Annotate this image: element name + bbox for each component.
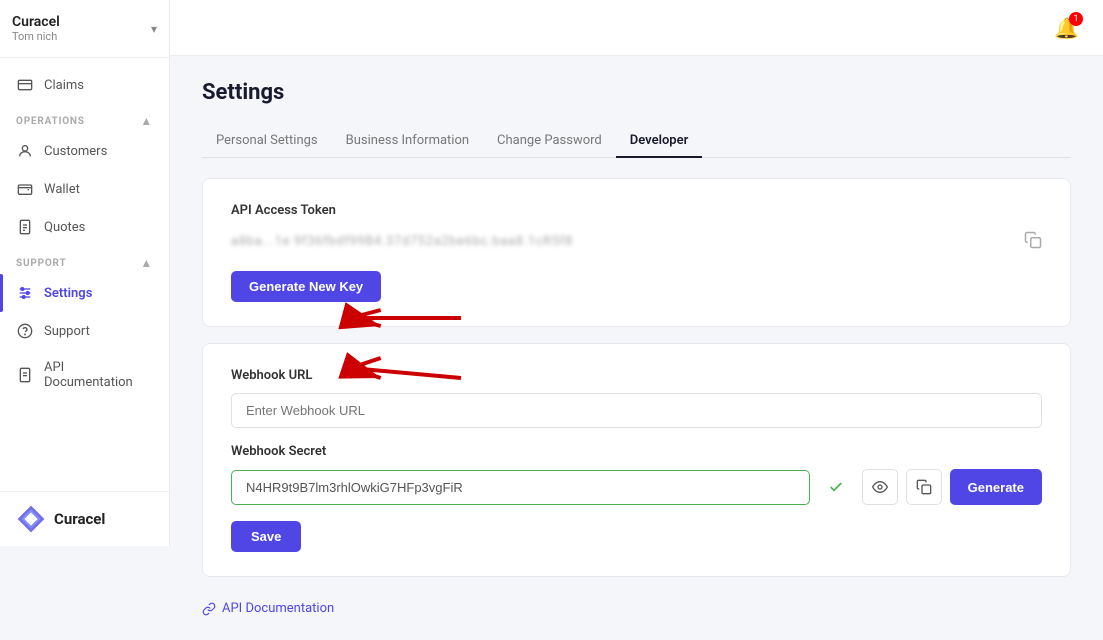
section-support-label: SUPPORT xyxy=(16,258,66,269)
tab-personal[interactable]: Personal Settings xyxy=(202,125,332,158)
sidebar-item-support-label: Support xyxy=(44,324,90,339)
webhook-url-label: Webhook URL xyxy=(231,368,1042,383)
copy-secret-icon[interactable] xyxy=(906,469,942,505)
main-wrapper: 🔔 1 Settings Personal Settings Business … xyxy=(170,0,1103,546)
person-icon xyxy=(16,142,34,160)
api-token-row: a8ba...1e 9f36fbdf99B4.37d752a2be6bc.baa… xyxy=(231,228,1042,255)
doc-icon xyxy=(16,218,34,236)
section-support-toggle[interactable]: ▲ xyxy=(140,256,153,270)
generate-new-key-button[interactable]: Generate New Key xyxy=(231,271,381,302)
account-switcher[interactable]: Curacel Tom nich ▾ xyxy=(0,0,169,58)
copy-icon[interactable] xyxy=(1024,231,1042,253)
sidebar-item-api-doc-label: API Documentation xyxy=(44,360,153,390)
link-icon xyxy=(202,602,216,616)
sidebar-item-customers-label: Customers xyxy=(44,144,107,159)
sidebar-item-support[interactable]: Support xyxy=(0,312,169,350)
webhook-url-input[interactable] xyxy=(231,393,1042,428)
api-token-label: API Access Token xyxy=(231,203,1042,218)
api-doc-link-label: API Documentation xyxy=(222,601,334,616)
eye-icon[interactable] xyxy=(862,469,898,505)
sidebar-item-wallet[interactable]: Wallet xyxy=(0,170,169,208)
sidebar-logo: Curacel xyxy=(0,491,169,546)
circle-help-icon xyxy=(16,322,34,340)
sidebar-item-wallet-label: Wallet xyxy=(44,182,80,197)
save-button[interactable]: Save xyxy=(231,521,301,552)
webhook-secret-label: Webhook Secret xyxy=(231,444,1042,459)
account-name: Curacel xyxy=(12,14,60,30)
section-operations: OPERATIONS ▲ xyxy=(0,104,169,132)
tab-password[interactable]: Change Password xyxy=(483,125,616,158)
doc-text-icon xyxy=(16,366,34,384)
sidebar: Curacel Tom nich ▾ Claims OPERATIONS ▲ C… xyxy=(0,0,170,546)
webhook-panel: Webhook URL Webhook Secret Generate Save xyxy=(202,343,1071,577)
tab-business[interactable]: Business Information xyxy=(332,125,483,158)
generate-secret-button[interactable]: Generate xyxy=(950,469,1042,505)
sliders-icon xyxy=(16,284,34,302)
sidebar-item-api-documentation[interactable]: API Documentation xyxy=(0,350,169,400)
section-operations-toggle[interactable]: ▲ xyxy=(140,114,153,128)
sidebar-item-claims-label: Claims xyxy=(44,78,84,93)
credit-card-icon xyxy=(16,76,34,94)
sidebar-nav: Claims OPERATIONS ▲ Customers Wallet Quo… xyxy=(0,58,169,491)
sidebar-item-settings[interactable]: Settings xyxy=(0,274,169,312)
section-support: SUPPORT ▲ xyxy=(0,246,169,274)
settings-tabs: Personal Settings Business Information C… xyxy=(202,125,1071,158)
curacel-logo-icon xyxy=(16,504,46,534)
notification-badge: 1 xyxy=(1069,12,1083,26)
webhook-secret-row: Generate xyxy=(231,469,1042,505)
notifications-button[interactable]: 🔔 1 xyxy=(1054,16,1079,40)
webhook-secret-input[interactable] xyxy=(231,470,810,505)
sidebar-item-customers[interactable]: Customers xyxy=(0,132,169,170)
sidebar-item-quotes-label: Quotes xyxy=(44,220,85,235)
sidebar-item-quotes[interactable]: Quotes xyxy=(0,208,169,246)
api-token-panel: API Access Token a8ba...1e 9f36fbdf99B4.… xyxy=(202,178,1071,327)
api-token-value: a8ba...1e 9f36fbdf99B4.37d752a2be6bc.baa… xyxy=(231,228,1014,255)
topbar: 🔔 1 xyxy=(170,0,1103,56)
check-icon xyxy=(818,469,854,505)
api-documentation-link[interactable]: API Documentation xyxy=(202,601,1071,616)
page-title: Settings xyxy=(202,80,1071,105)
section-operations-label: OPERATIONS xyxy=(16,116,85,127)
chevron-down-icon: ▾ xyxy=(151,22,157,36)
curacel-logo-text: Curacel xyxy=(54,510,105,528)
tab-developer[interactable]: Developer xyxy=(616,125,703,158)
wallet-icon xyxy=(16,180,34,198)
main-content: Settings Personal Settings Business Info… xyxy=(170,56,1103,640)
account-subtitle: Tom nich xyxy=(12,30,60,43)
sidebar-item-settings-label: Settings xyxy=(44,286,92,301)
sidebar-item-claims[interactable]: Claims xyxy=(0,66,169,104)
